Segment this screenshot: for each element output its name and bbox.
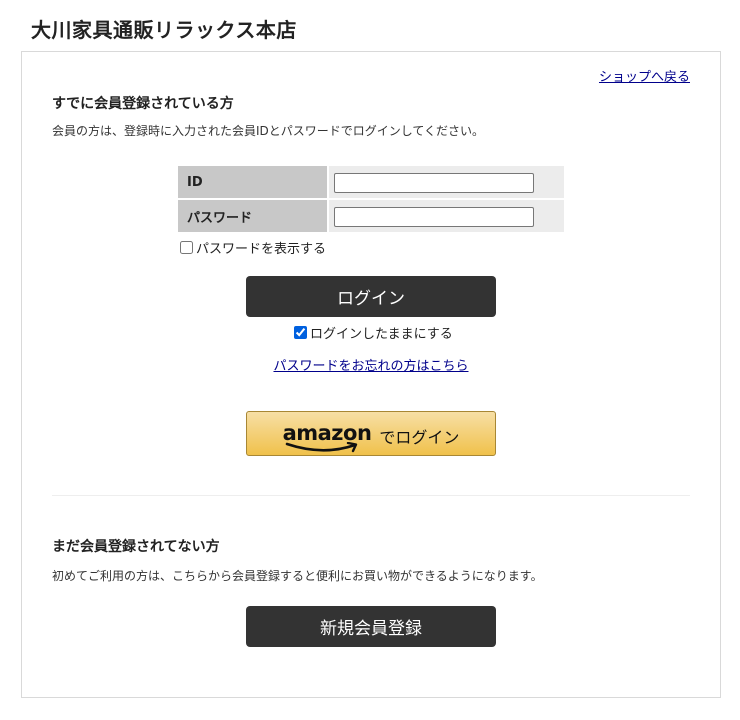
login-form-table: ID パスワード [178,164,564,234]
password-cell [329,200,564,232]
keep-login-option[interactable]: ログインしたままにする [292,323,453,342]
login-button[interactable]: ログイン [246,276,496,317]
keep-login-checkbox[interactable] [294,326,307,339]
shop-title: 大川家具通販リラックス本店 [31,18,297,42]
new-member-section-heading: まだ会員登録されてない方 [52,539,220,555]
id-cell [329,166,564,198]
id-row: ID [178,166,564,198]
member-section-description: 会員の方は、登録時に入力された会員IDとパスワードでログインしてください。 [52,124,485,138]
keep-login-label: ログインしたままにする [310,327,453,342]
id-input[interactable] [334,172,534,193]
amazon-logo: amazon [283,423,372,453]
member-section-heading: すでに会員登録されている方 [52,96,234,112]
id-label: ID [178,166,329,198]
section-divider [52,495,690,496]
forgot-password-link[interactable]: パスワードをお忘れの方はこちら [22,355,720,374]
password-input[interactable] [334,206,534,227]
show-password-checkbox[interactable] [180,241,193,254]
amazon-smile-icon [285,442,357,453]
password-label: パスワード [178,200,329,232]
amazon-login-label: でログイン [379,428,460,447]
new-member-section-description: 初めてご利用の方は、こちらから会員登録すると便利にお買い物ができるようになります… [52,569,543,583]
register-button[interactable]: 新規会員登録 [246,606,496,647]
back-to-shop-link[interactable]: ショップへ戻る [599,66,690,85]
show-password-label: パスワードを表示する [196,242,327,257]
show-password-option[interactable]: パスワードを表示する [178,238,326,257]
password-row: パスワード [178,200,564,232]
amazon-login-button[interactable]: amazon でログイン [246,411,496,456]
login-panel: ショップへ戻る すでに会員登録されている方 会員の方は、登録時に入力された会員I… [21,51,721,698]
